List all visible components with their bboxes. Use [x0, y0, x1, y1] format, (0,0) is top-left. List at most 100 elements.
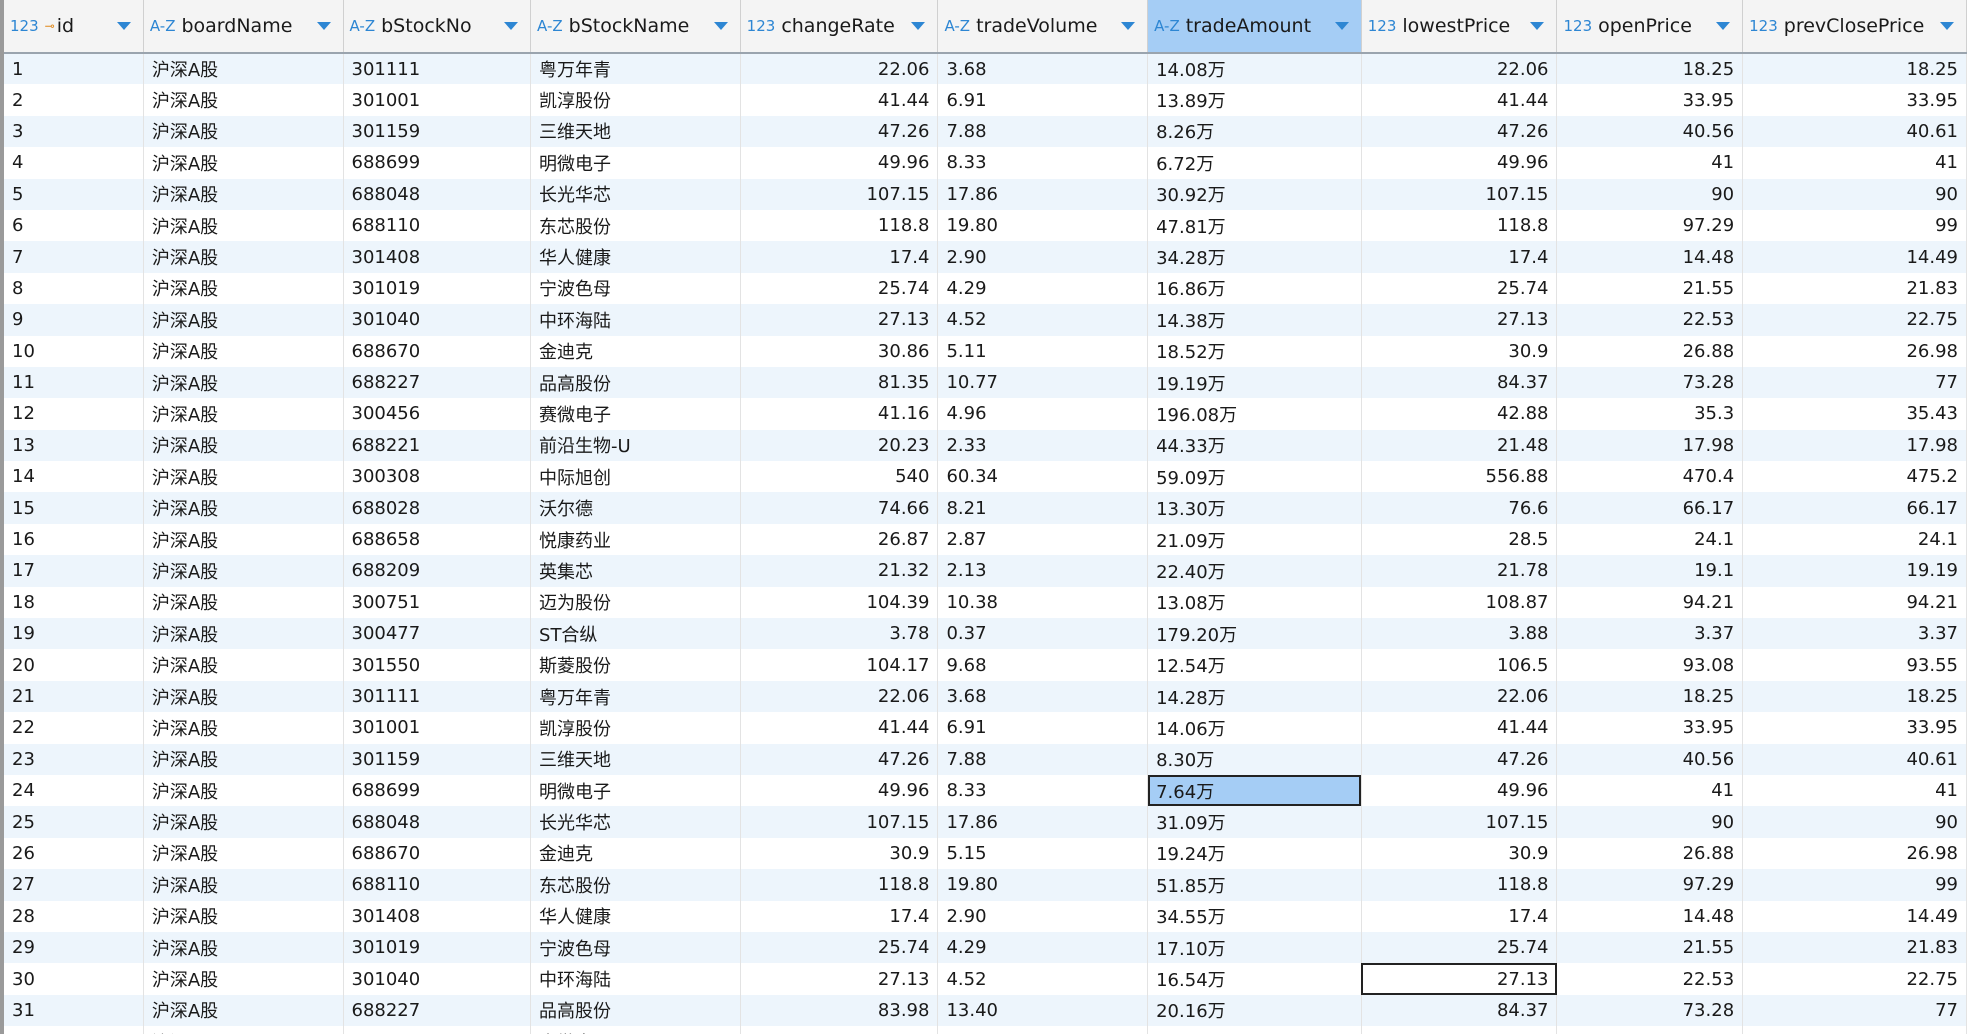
cell-id[interactable]: 21 [4, 680, 144, 713]
filter-dropdown-icon[interactable] [1331, 15, 1353, 37]
table-row[interactable]: 25 沪深A股 688048 长光华芯 107.15 17.86 31.09万 107.15 9… [4, 806, 1967, 838]
cell-changeRate[interactable]: 22.06 [740, 53, 939, 85]
cell-tradeAmount[interactable]: 13.89万 [1147, 84, 1362, 116]
column-header-boardName[interactable]: A-Z boardName [143, 0, 344, 54]
cell-prevClosePrice[interactable]: 19.19 [1742, 555, 1967, 587]
cell-tradeVolume[interactable]: 19.80 [937, 209, 1149, 242]
cell-openPrice[interactable]: 66.17 [1556, 492, 1744, 524]
cell-changeRate[interactable]: 17.4 [740, 900, 939, 932]
cell-boardName[interactable]: 沪深A股 [143, 837, 344, 870]
table-row[interactable]: 8 沪深A股 301019 宁波色母 25.74 4.29 16.86万 25.74 21.55… [4, 272, 1967, 305]
cell-prevClosePrice[interactable]: 90 [1742, 806, 1967, 838]
cell-tradeVolume[interactable]: 4.52 [937, 963, 1149, 995]
cell-tradeAmount[interactable]: 14.06万 [1147, 712, 1362, 744]
table-row[interactable]: 22 沪深A股 301001 凯淳股份 41.44 6.91 14.06万 41.44 33.9… [4, 712, 1967, 744]
cell-tradeAmount[interactable]: 19.19万 [1147, 366, 1362, 399]
cell-prevClosePrice[interactable]: 22.75 [1742, 963, 1967, 995]
cell-tradeVolume[interactable]: 10.38 [937, 586, 1149, 619]
cell-bStockName[interactable]: 中环海陆 [530, 304, 741, 336]
cell-tradeVolume[interactable]: 4.52 [937, 304, 1149, 336]
filter-dropdown-icon[interactable] [1712, 15, 1734, 37]
cell-changeRate[interactable]: 41.44 [740, 712, 939, 744]
cell-changeRate[interactable]: 47.26 [740, 743, 939, 775]
cell-id[interactable]: 19 [4, 618, 144, 650]
cell-changeRate[interactable]: 30.86 [740, 335, 939, 367]
cell-changeRate[interactable]: 41.44 [740, 84, 939, 116]
cell-bStockNo[interactable]: 301408 [343, 900, 532, 932]
cell-openPrice[interactable]: 90 [1556, 806, 1744, 838]
cell-id[interactable]: 11 [4, 366, 144, 399]
cell-openPrice[interactable]: 97.29 [1556, 869, 1744, 901]
cell-bStockNo[interactable]: 688048 [343, 178, 532, 210]
table-row[interactable]: 23 沪深A股 301159 三维天地 47.26 7.88 8.30万 47.26 40.56… [4, 743, 1967, 775]
cell-tradeVolume[interactable]: 2.33 [937, 429, 1149, 462]
cell-openPrice[interactable]: 3.37 [1556, 618, 1744, 650]
cell-tradeVolume[interactable]: 13.40 [937, 994, 1149, 1027]
cell-boardName[interactable]: 沪深A股 [143, 963, 344, 995]
cell-openPrice[interactable]: 97.29 [1556, 209, 1744, 242]
cell-boardName[interactable]: 沪深A股 [143, 366, 344, 399]
cell-bStockNo[interactable]: 301111 [343, 680, 532, 713]
cell-changeRate[interactable]: 25.74 [740, 931, 939, 964]
cell-bStockName[interactable]: 长光华芯 [530, 806, 741, 838]
cell-tradeVolume[interactable]: 10.77 [937, 366, 1149, 399]
cell-bStockNo[interactable]: 688209 [343, 555, 532, 587]
cell-prevClosePrice[interactable]: 18.25 [1742, 680, 1967, 713]
cell-lowestPrice[interactable]: 49.96 [1361, 774, 1558, 807]
cell-openPrice[interactable]: 19.1 [1556, 555, 1744, 587]
cell-lowestPrice[interactable]: 118.8 [1361, 869, 1558, 901]
table-row[interactable]: 16 沪深A股 688658 悦康药业 26.87 2.87 21.09万 28.5 24.1 2… [4, 523, 1967, 556]
cell-tradeAmount[interactable]: 14.28万 [1147, 680, 1362, 713]
cell-boardName[interactable]: 沪深A股 [143, 712, 344, 744]
cell-changeRate[interactable]: 74.66 [740, 492, 939, 524]
cell-prevClosePrice[interactable]: 41 [1742, 147, 1967, 179]
filter-dropdown-icon[interactable] [500, 15, 522, 37]
cell-boardName[interactable]: 沪深A股 [143, 461, 344, 493]
cell-openPrice[interactable]: 73.28 [1556, 994, 1744, 1027]
table-row[interactable]: 32沪深A股300456赛微电子41.164.96200.65万42.8835.… [4, 1026, 1967, 1034]
cell-id[interactable]: 16 [4, 523, 144, 556]
cell-bStockName[interactable]: 斯菱股份 [530, 649, 741, 681]
cell-id[interactable]: 27 [4, 869, 144, 901]
cell-tradeAmount[interactable]: 34.55万 [1147, 900, 1362, 932]
column-header-tradeVolume[interactable]: A-Z tradeVolume [937, 0, 1149, 54]
cell-id[interactable]: 2 [4, 84, 144, 116]
cell-tradeAmount[interactable]: 31.09万 [1147, 806, 1362, 838]
cell-bStockNo[interactable]: 300751 [343, 586, 532, 619]
cell-openPrice[interactable]: 21.55 [1556, 931, 1744, 964]
cell-boardName[interactable]: 沪深A股 [143, 649, 344, 681]
cell-openPrice[interactable]: 14.48 [1556, 900, 1744, 932]
cell-bStockNo[interactable]: 688670 [343, 837, 532, 870]
cell-prevClosePrice[interactable]: 40.61 [1742, 115, 1967, 148]
cell-bStockNo[interactable]: 300477 [343, 618, 532, 650]
cell-tradeAmount[interactable]: 196.08万 [1147, 398, 1362, 430]
cell-tradeVolume[interactable]: 2.13 [937, 555, 1149, 587]
cell-changeRate[interactable]: 30.9 [740, 837, 939, 870]
cell-openPrice[interactable]: 18.25 [1556, 680, 1744, 713]
cell-boardName[interactable]: 沪深A股 [143, 398, 344, 430]
cell-boardName[interactable]: 沪深A股 [143, 743, 344, 775]
cell-bStockName[interactable]: 凯淳股份 [530, 712, 741, 744]
table-row[interactable]: 10 沪深A股 688670 金迪克 30.86 5.11 18.52万 30.9 26.88 2… [4, 335, 1967, 367]
cell-lowestPrice[interactable]: 41.44 [1361, 84, 1558, 116]
cell-prevClosePrice[interactable]: 90 [1742, 178, 1967, 210]
cell-tradeAmount[interactable]: 6.72万 [1147, 147, 1362, 179]
table-row[interactable]: 2 沪深A股 301001 凯淳股份 41.44 6.91 13.89万 41.44 33.95… [4, 84, 1967, 116]
cell-boardName[interactable]: 沪深A股 [143, 869, 344, 901]
cell-prevClosePrice[interactable]: 99 [1742, 209, 1967, 242]
cell-changeRate[interactable]: 17.4 [740, 241, 939, 273]
cell-tradeAmount[interactable]: 179.20万 [1147, 618, 1362, 650]
cell-openPrice[interactable]: 40.56 [1556, 115, 1744, 148]
cell-bStockName[interactable]: 中际旭创 [530, 461, 741, 493]
cell-id[interactable]: 22 [4, 712, 144, 744]
cell-lowestPrice[interactable]: 25.74 [1361, 931, 1558, 964]
cell-tradeVolume[interactable]: 8.33 [937, 147, 1149, 179]
cell-boardName[interactable]: 沪深A股 [143, 931, 344, 964]
cell-tradeVolume[interactable]: 3.68 [937, 680, 1149, 713]
column-header-prevClosePrice[interactable]: 123 prevClosePrice [1742, 0, 1967, 54]
table-row[interactable]: 27 沪深A股 688110 东芯股份 118.8 19.80 51.85万 118.8 97.… [4, 869, 1967, 901]
cell-lowestPrice[interactable]: 106.5 [1361, 649, 1558, 681]
cell-boardName[interactable]: 沪深A股 [143, 178, 344, 210]
cell-bStockNo[interactable]: 301019 [343, 931, 532, 964]
cell-id[interactable]: 30 [4, 963, 144, 995]
